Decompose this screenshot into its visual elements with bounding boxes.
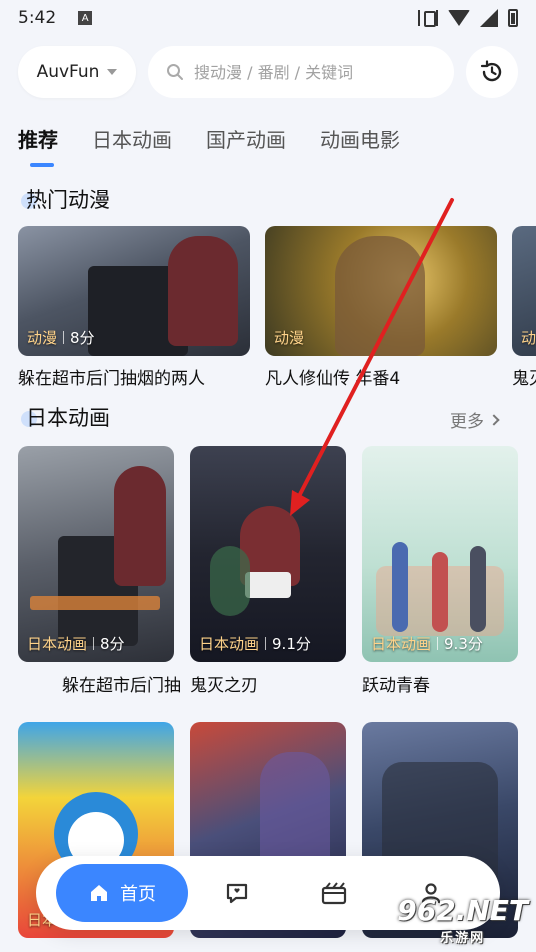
watermark-sub: 乐游网 [440, 931, 486, 946]
caret-down-icon [107, 69, 118, 75]
hot-tag: 动 [521, 329, 536, 347]
battery-icon [508, 9, 518, 27]
anime-card[interactable]: 日本动画 9.3分 跃动青春 [362, 446, 518, 696]
nav-home-label: 首页 [120, 884, 156, 905]
nav-library[interactable] [285, 880, 382, 906]
hot-card[interactable]: 动 鬼灭 [512, 226, 536, 389]
search-input[interactable] [194, 62, 404, 82]
section-title-japan: 日本动画 [21, 402, 110, 432]
site-name: AuvFun [36, 62, 100, 82]
hot-card[interactable]: 动漫 凡人修仙传 年番4 [265, 226, 497, 389]
search-bar[interactable] [148, 46, 454, 98]
hot-tag: 动漫 [274, 329, 305, 347]
film-icon [321, 882, 347, 905]
category-tabs: 推荐 日本动画 国产动画 动画电影 [18, 124, 400, 167]
nav-chat[interactable] [188, 880, 285, 906]
history-icon [480, 60, 502, 82]
anime-tag: 日本动画 8分 [27, 635, 125, 653]
tab-anime-movie[interactable]: 动画电影 [320, 124, 400, 153]
status-time: 5:42 [18, 8, 57, 28]
nav-home[interactable]: 首页 [56, 864, 188, 922]
site-selector[interactable]: AuvFun [18, 46, 136, 98]
anime-tag: 日本动画 9.1分 [199, 635, 311, 653]
watermark-logo: 962.NET 乐游网 [397, 894, 528, 946]
section-title-japan-text: 日本动画 [26, 406, 110, 430]
anime-card[interactable]: 日本动画 9.1分 鬼灭之刃 [190, 446, 346, 696]
history-button[interactable] [466, 46, 518, 98]
hot-title: 躲在超市后门抽烟的两人 [18, 369, 205, 389]
hot-thumbnail: 动漫 8分 [18, 226, 250, 356]
watermark-text: 962.NET [397, 894, 528, 927]
search-icon [167, 64, 183, 80]
hot-thumbnail: 动 [512, 226, 536, 356]
status-bar: 5:42 A [0, 0, 536, 36]
anime-card[interactable]: 日本动画 8分 躲在超市后门抽 [18, 446, 181, 696]
more-label: 更多 [450, 412, 484, 432]
tab-china-anime[interactable]: 国产动画 [206, 124, 286, 153]
anime-title: 躲在超市后门抽 [62, 676, 181, 696]
chat-icon [226, 883, 247, 904]
top-bar: AuvFun [18, 46, 518, 98]
notification-icon: A [78, 11, 93, 25]
hot-card[interactable]: 动漫 8分 躲在超市后门抽烟的两人 [18, 226, 250, 389]
tab-recommend[interactable]: 推荐 [18, 124, 58, 167]
tab-japan-anime[interactable]: 日本动画 [92, 124, 172, 153]
hot-anime-row: 动漫8分 躲在超市后门抽烟的两人 动漫 凡人修仙传 年番4 动 鬼灭 [18, 226, 536, 396]
hot-title: 鬼灭 [512, 369, 536, 389]
anime-thumbnail: 日本动画 8分 [18, 446, 174, 662]
chevron-right-icon [488, 413, 500, 426]
hot-thumbnail: 动漫 [265, 226, 497, 356]
anime-title: 鬼灭之刃 [190, 676, 258, 696]
status-icons [418, 9, 518, 27]
home-icon [91, 885, 107, 901]
anime-title: 跃动青春 [362, 676, 430, 696]
section-title-hot-text: 热门动漫 [26, 188, 110, 212]
anime-thumbnail: 日本动画 9.1分 [190, 446, 346, 662]
signal-icon [480, 9, 498, 27]
hot-title: 凡人修仙传 年番4 [265, 369, 401, 389]
anime-tag: 日本动画 9.3分 [371, 635, 483, 653]
anime-thumbnail: 日本动画 9.3分 [362, 446, 518, 662]
more-link[interactable]: 更多 [450, 407, 500, 432]
hot-tag: 动漫 8分 [27, 329, 95, 347]
vibrate-icon [418, 10, 438, 27]
wifi-icon [448, 10, 470, 26]
section-title-hot: 热门动漫 [21, 184, 110, 214]
